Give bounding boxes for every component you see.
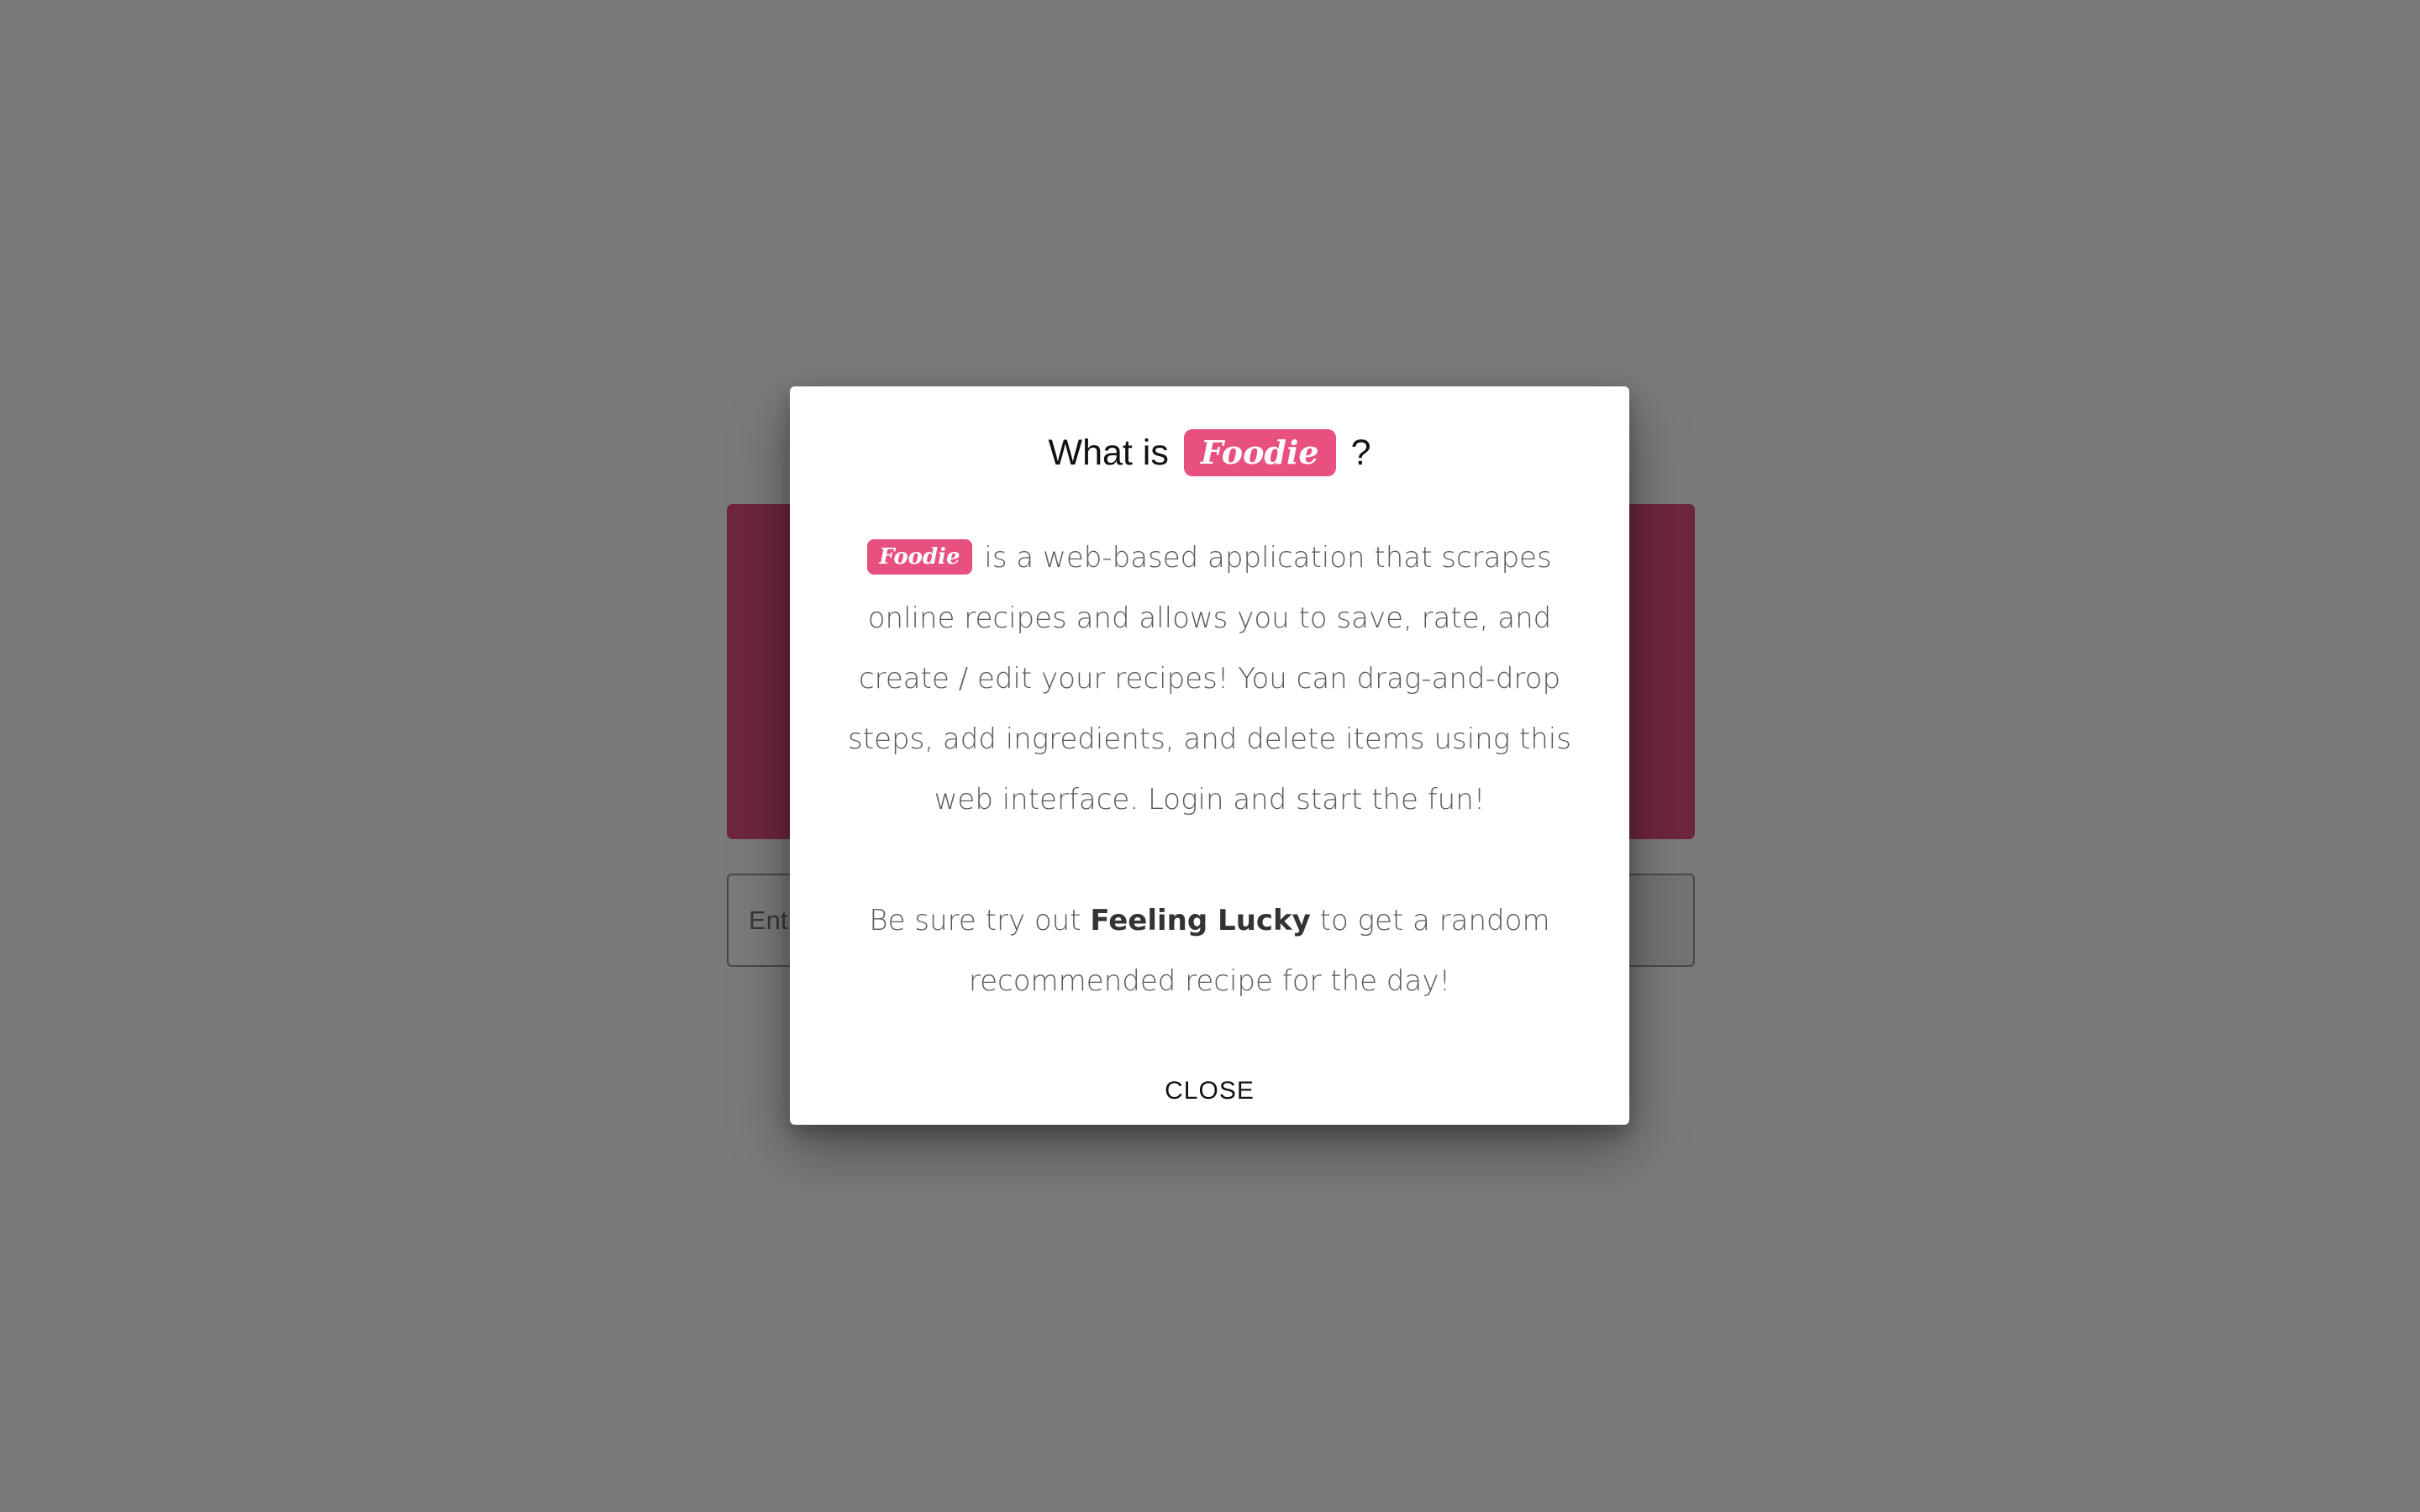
foodie-logo-badge: Foodie [1183,428,1336,476]
foodie-inline-badge: Foodie [867,538,972,575]
description-paragraph: Foodie is a web-based application that s… [823,528,1596,830]
feeling-lucky-label: Feeling Lucky [1090,904,1311,937]
about-dialog: What is Foodie ? Foodie is a web-based a… [790,386,1629,1125]
dialog-title: What is Foodie ? [790,423,1629,482]
description-text: is a web-based application that scrapes … [848,541,1571,816]
title-suffix: ? [1350,433,1371,473]
dialog-body: Foodie is a web-based application that s… [823,528,1596,1011]
feeling-lucky-paragraph: Be sure try out Feeling Lucky to get a r… [823,890,1596,1011]
title-prefix: What is [1048,433,1169,473]
lucky-text-before: Be sure try out [869,904,1081,937]
close-button[interactable]: CLOSE [790,1058,1629,1125]
